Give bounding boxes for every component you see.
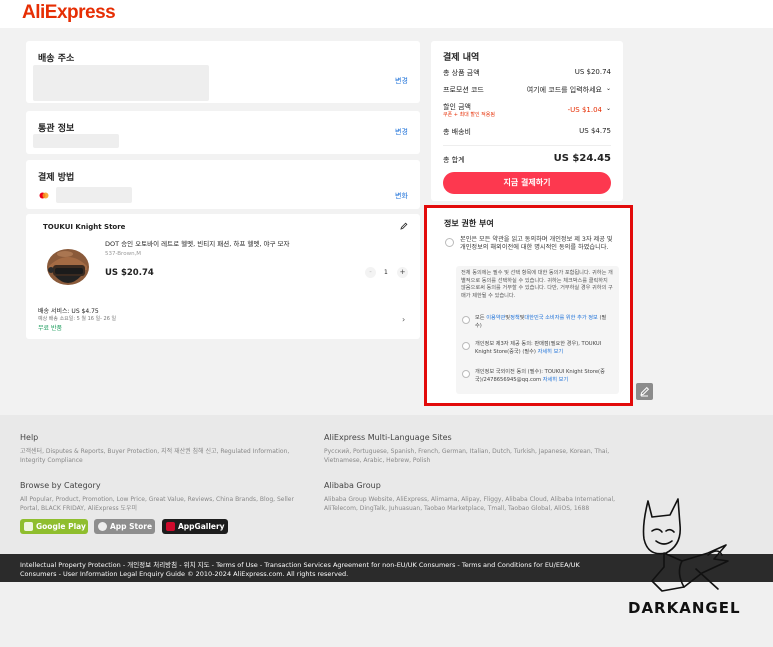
- overseas-text: 개인정보 국외이전 동의 (필수): TOUKUI Knight Store(중…: [475, 369, 605, 383]
- legal-line-2[interactable]: Consumers - User Information Legal Enqui…: [20, 570, 348, 578]
- korea-info-link[interactable]: 대한민국 소비자를 위한 추가 정보: [524, 315, 597, 321]
- terms-prefix: 모든: [475, 315, 487, 321]
- promo-row[interactable]: 프로모션 코드 여기에 코드를 입력하세요 ⌄: [443, 85, 611, 95]
- promo-label: 프로모션 코드: [443, 86, 484, 94]
- shipping-address-title: 배송 주소: [38, 54, 75, 64]
- delivery-estimate: 예상 배송 소요일: 5 월 16 일- 26 일: [38, 316, 117, 322]
- product-image[interactable]: [41, 240, 97, 296]
- consent-all-radio[interactable]: [445, 238, 454, 247]
- redacted-address: [33, 65, 209, 101]
- top-header: AliExpress: [0, 0, 773, 28]
- darkangel-watermark: DARKANGEL: [622, 495, 750, 625]
- discount-label: 할인 금액: [443, 103, 471, 111]
- qty-minus-button[interactable]: -: [365, 267, 376, 278]
- qty-plus-button[interactable]: +: [397, 267, 408, 278]
- free-return: 무료 반품: [38, 325, 62, 332]
- discount-subtext: 쿠폰 + 최대 할인 적용됨: [443, 112, 495, 118]
- consent-title: 정보 권한 부여: [444, 219, 494, 228]
- terms-link[interactable]: 이용약관: [486, 315, 505, 321]
- customs-change-link[interactable]: 변경: [395, 127, 408, 137]
- app-gallery-label: AppGallery: [178, 522, 225, 531]
- chevron-right-icon[interactable]: ›: [402, 315, 405, 324]
- product-price: US $20.74: [105, 268, 154, 278]
- summary-title: 결제 내역: [443, 53, 480, 63]
- chevron-down-icon[interactable]: ⌄: [606, 105, 611, 112]
- product-variant[interactable]: 537-Brown,M: [105, 251, 141, 257]
- pay-now-button[interactable]: 지금 결제하기: [443, 172, 611, 194]
- grand-total-value: US $24.45: [553, 153, 611, 164]
- legal-line-1[interactable]: Intellectual Property Protection - 개인정보 …: [20, 559, 580, 569]
- store-name[interactable]: TOUKUI Knight Store: [43, 223, 125, 231]
- footer-alibaba-links[interactable]: Alibaba Group Website, AliExpress, Alima…: [324, 495, 624, 513]
- consent-panel: 정보 권한 부여 본인은 모든 약관을 읽고 동의하며 개인정보 제 3자 제공…: [424, 205, 633, 406]
- shipping-total-label: 총 배송비: [443, 128, 471, 136]
- consent-terms-text[interactable]: 모든 이용약관및정책및대한민국 소비자를 위한 추가 정보 (필수): [475, 315, 612, 330]
- shipping-address-card: 배송 주소 변경: [26, 41, 420, 103]
- thirdparty-details-link[interactable]: 자세히 보기: [538, 349, 564, 355]
- consent-thirdparty-text[interactable]: 개인정보 제3자 제공 동의: 판매점(필요한 경우), TOUKUI Knig…: [475, 341, 612, 356]
- promo-input[interactable]: 여기에 코드를 입력하세요: [527, 85, 602, 95]
- apple-icon: [98, 522, 107, 531]
- customs-info-card: 통관 정보 변경: [26, 111, 420, 154]
- consent-box-text: 전체 동의에는 필수 및 선택 항목에 대한 동의가 포함됩니다. 귀하는 개별…: [461, 270, 613, 299]
- footer-alibaba-title: Alibaba Group: [324, 481, 381, 490]
- consent-terms-radio[interactable]: [462, 316, 470, 324]
- customs-info-title: 통관 정보: [38, 124, 75, 134]
- footer-category-links[interactable]: All Popular, Product, Promotion, Low Pri…: [20, 495, 305, 513]
- google-play-button[interactable]: Google Play: [20, 519, 88, 534]
- shipping-service: 배송 서비스: US $4.75: [38, 308, 99, 315]
- floating-edit-icon[interactable]: [636, 383, 653, 400]
- consent-overseas-radio[interactable]: [462, 370, 470, 378]
- consent-main-text[interactable]: 본인은 모든 약관을 읽고 동의하며 개인정보 제 3자 제공 및 개인정보의 …: [460, 236, 620, 252]
- overseas-details-link[interactable]: 자세히 보기: [543, 377, 569, 383]
- discount-value: -US $1.04: [567, 106, 602, 114]
- android-icon: [24, 522, 33, 531]
- payment-change-link[interactable]: 변화: [395, 191, 408, 201]
- shipping-total-row: 총 배송비 US $4.75: [443, 127, 611, 137]
- footer-help-title: Help: [20, 433, 39, 442]
- grand-total-label: 총 합계: [443, 156, 465, 164]
- watermark-text: DARKANGEL: [628, 599, 741, 617]
- footer-lang-title: AliExpress Multi-Language Sites: [324, 433, 452, 442]
- payment-method-title: 결제 방법: [38, 173, 75, 183]
- app-store-label: App Store: [110, 522, 153, 531]
- pencil-icon[interactable]: [400, 222, 408, 232]
- footer-lang-links[interactable]: Русский, Portuguese, Spanish, French, Ge…: [324, 447, 624, 465]
- aliexpress-logo[interactable]: AliExpress: [22, 2, 116, 24]
- payment-method-card: 결제 방법 변화: [26, 160, 420, 209]
- google-play-label: Google Play: [36, 522, 86, 531]
- store-order-card: TOUKUI Knight Store DOT 승인 오토바이 레트로 헬멧, …: [26, 214, 420, 339]
- mastercard-icon: [39, 192, 49, 199]
- consent-details-box: 전체 동의에는 필수 및 선택 항목에 대한 동의가 포함됩니다. 귀하는 개별…: [456, 266, 619, 394]
- qty-value[interactable]: 1: [384, 269, 388, 276]
- consent-overseas-text[interactable]: 개인정보 국외이전 동의 (필수): TOUKUI Knight Store(중…: [475, 369, 612, 384]
- huawei-icon: [166, 522, 175, 531]
- subtotal-value: US $20.74: [574, 68, 611, 76]
- shipping-total-value: US $4.75: [579, 127, 611, 135]
- footer-help-links[interactable]: 고객센터, Disputes & Reports, Buyer Protecti…: [20, 447, 305, 465]
- policy-link[interactable]: 정책: [510, 315, 520, 321]
- order-summary-card: 결제 내역 총 상품 금액 US $20.74 프로모션 코드 여기에 코드를 …: [431, 41, 623, 201]
- subtotal-row: 총 상품 금액 US $20.74: [443, 68, 611, 78]
- redacted-customs: [33, 134, 119, 148]
- consent-thirdparty-radio[interactable]: [462, 342, 470, 350]
- redacted-card: [56, 187, 132, 203]
- subtotal-label: 총 상품 금액: [443, 69, 480, 77]
- app-gallery-button[interactable]: AppGallery: [162, 519, 228, 534]
- divider: [443, 145, 611, 146]
- app-store-button[interactable]: App Store: [94, 519, 155, 534]
- shipping-change-link[interactable]: 변경: [395, 76, 408, 86]
- chevron-down-icon[interactable]: ⌄: [606, 85, 611, 92]
- product-title[interactable]: DOT 승인 오토바이 레트로 헬멧, 빈티지 패션, 하프 헬멧, 야구 모자: [105, 240, 325, 249]
- grand-total-row: 총 합계 US $24.45: [443, 153, 611, 165]
- footer-category-title: Browse by Category: [20, 481, 101, 490]
